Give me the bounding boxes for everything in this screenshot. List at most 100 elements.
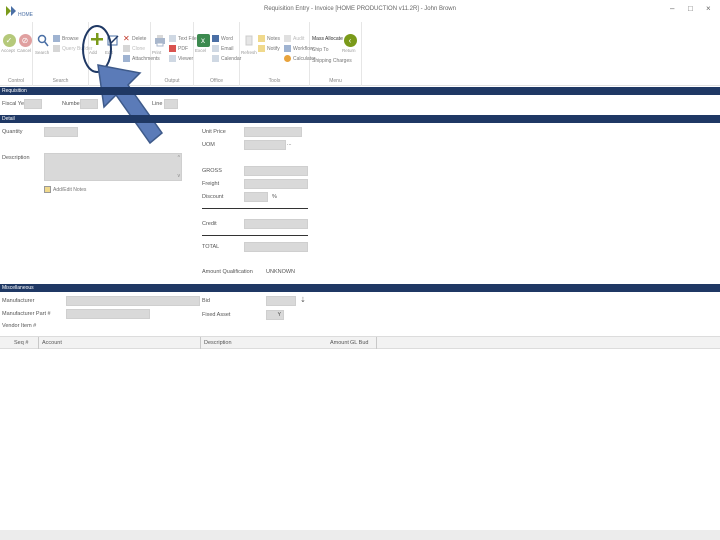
print-button[interactable]: Print xyxy=(152,34,168,55)
manufacturer-part-input[interactable] xyxy=(66,309,150,319)
printer-icon xyxy=(155,35,165,47)
grid-col-separator xyxy=(200,337,201,349)
return-icon: ‹ xyxy=(343,34,357,47)
mass-allocate-button[interactable]: Mass Allocate xyxy=(312,34,343,43)
ribbon-group-office: x Excel Word Email Calendar Office xyxy=(194,22,241,86)
viewer-button[interactable]: Viewer xyxy=(169,54,193,63)
manufacturer-label: Manufacturer xyxy=(2,298,35,304)
bid-label: Bid xyxy=(202,298,210,304)
freight-label: Freight xyxy=(202,181,220,187)
grid-col-seq[interactable]: Seq # xyxy=(14,340,28,346)
word-icon xyxy=(212,35,219,42)
pdf-icon xyxy=(169,45,176,52)
grid-col-gl-bud[interactable]: GL Bud xyxy=(350,340,368,346)
calendar-button[interactable]: Calendar xyxy=(212,54,241,63)
refresh-button[interactable]: Refresh xyxy=(241,34,257,55)
uom-lookup-button[interactable]: ... xyxy=(287,141,292,147)
line-label: Line xyxy=(152,101,163,107)
section-miscellaneous: Miscellaneous xyxy=(0,284,720,292)
grid-col-separator xyxy=(376,337,377,349)
freight-input[interactable] xyxy=(244,179,308,189)
title-bar: HOME Requisition Entry - Invoice [HOME P… xyxy=(0,0,720,22)
clone-button[interactable]: Clone xyxy=(123,44,145,53)
calculator-icon xyxy=(284,55,291,62)
shipping-charges-button[interactable]: Shipping Charges xyxy=(312,56,352,65)
total-input[interactable] xyxy=(244,242,308,252)
manufacturer-part-label: Manufacturer Part # xyxy=(2,311,51,317)
delete-icon: ✕ xyxy=(123,34,130,43)
gross-input[interactable] xyxy=(244,166,308,176)
ribbon-group-control: ✓ Accept ⊘ Cancel Control xyxy=(0,22,33,86)
credit-label: Credit xyxy=(202,221,217,227)
cancel-icon: ⊘ xyxy=(18,34,32,47)
text-file-button[interactable]: Text File xyxy=(169,34,197,43)
return-button[interactable]: ‹ Return xyxy=(342,34,358,53)
grid-col-description[interactable]: Description xyxy=(204,340,232,346)
query-builder-icon xyxy=(53,45,60,52)
distribution-grid-header: Seq # Account Description Amount GL Bud xyxy=(0,336,720,349)
cancel-button[interactable]: ⊘ Cancel xyxy=(17,34,33,53)
section-detail: Detail xyxy=(0,115,720,123)
delete-button[interactable]: ✕ Delete xyxy=(123,34,146,43)
total-label: TOTAL xyxy=(202,244,220,250)
clone-icon xyxy=(123,45,130,52)
credit-input[interactable] xyxy=(244,219,308,229)
scroll-up-icon[interactable]: ^ xyxy=(178,155,180,161)
line-input[interactable] xyxy=(164,99,178,109)
discount-input[interactable] xyxy=(244,192,268,202)
section-requisition: Requisition xyxy=(0,87,720,95)
notes-icon xyxy=(44,186,51,193)
pdf-button[interactable]: PDF xyxy=(169,44,188,53)
text-file-icon xyxy=(169,35,176,42)
quantity-input[interactable] xyxy=(44,127,78,137)
bid-input[interactable] xyxy=(266,296,296,306)
uom-input[interactable] xyxy=(244,140,286,150)
divider-line xyxy=(202,208,308,209)
word-button[interactable]: Word xyxy=(212,34,233,43)
unit-price-input[interactable] xyxy=(244,127,302,137)
number-label: Number xyxy=(62,101,82,107)
notify-icon xyxy=(258,45,265,52)
uom-label: UOM xyxy=(202,142,215,148)
ribbon-group-tools: Refresh Notes Notify Audit Workflow Calc… xyxy=(240,22,316,86)
amount-qualification-label: Amount Qualification xyxy=(202,269,253,275)
number-input[interactable] xyxy=(80,99,98,109)
description-label: Description xyxy=(2,155,30,161)
grid-col-account[interactable]: Account xyxy=(42,340,62,346)
description-textarea[interactable]: ^ v xyxy=(44,153,182,181)
email-icon xyxy=(212,45,219,52)
viewer-icon xyxy=(169,55,176,62)
status-bar xyxy=(0,530,720,540)
close-button[interactable]: × xyxy=(706,4,711,13)
grid-col-amount[interactable]: Amount xyxy=(330,340,349,346)
bid-lookup-icon[interactable]: ⇣ xyxy=(300,296,306,304)
scroll-down-icon[interactable]: v xyxy=(178,173,181,179)
manufacturer-input[interactable] xyxy=(66,296,200,306)
window-title: Requisition Entry - Invoice [HOME PRODUC… xyxy=(264,6,456,12)
fixed-asset-select[interactable]: Y xyxy=(266,310,284,320)
fixed-asset-label: Fixed Asset xyxy=(202,312,231,318)
notes-button[interactable]: Notes xyxy=(258,34,280,43)
ribbon-group-menu: Mass Allocate Ship To Shipping Charges ‹… xyxy=(310,22,362,86)
check-icon: ✓ xyxy=(2,34,16,47)
quantity-label: Quantity xyxy=(2,129,23,135)
search-button[interactable]: Search xyxy=(35,34,51,55)
amount-qualification-value[interactable]: UNKNOWN xyxy=(266,269,295,275)
fiscal-year-input[interactable] xyxy=(24,99,42,109)
browse-button[interactable]: Browse xyxy=(53,34,79,43)
browse-icon xyxy=(53,35,60,42)
email-button[interactable]: Email xyxy=(212,44,234,53)
gross-label: GROSS xyxy=(202,168,222,174)
logo-text: HOME xyxy=(18,12,33,18)
workflow-icon xyxy=(284,45,291,52)
ship-to-button[interactable]: Ship To xyxy=(312,45,329,54)
add-edit-notes-button[interactable]: Add/Edit Notes xyxy=(44,185,86,194)
calendar-icon xyxy=(212,55,219,62)
audit-icon xyxy=(284,35,291,42)
maximize-button[interactable]: □ xyxy=(688,4,693,13)
audit-button[interactable]: Audit xyxy=(284,34,304,43)
accept-button[interactable]: ✓ Accept xyxy=(1,34,17,53)
minimize-button[interactable]: – xyxy=(670,4,674,13)
notify-button[interactable]: Notify xyxy=(258,44,280,53)
excel-button[interactable]: x Excel xyxy=(195,34,211,53)
